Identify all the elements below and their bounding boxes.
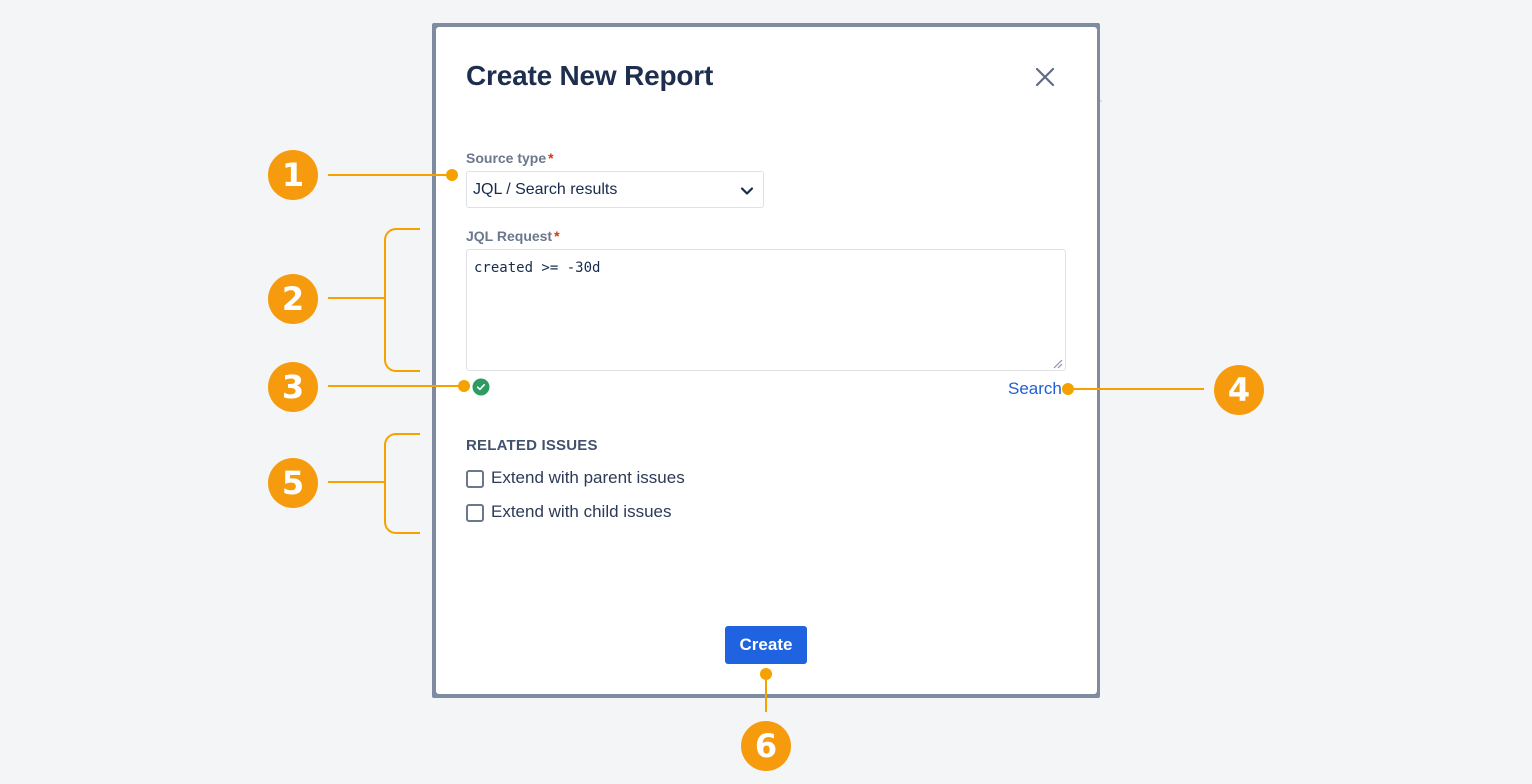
search-link[interactable]: Search bbox=[1008, 379, 1062, 399]
extend-parent-checkbox[interactable] bbox=[466, 470, 484, 488]
annotation-dot-3 bbox=[458, 380, 470, 392]
create-button[interactable]: Create bbox=[725, 626, 807, 664]
close-icon bbox=[1035, 67, 1055, 87]
extend-parent-label: Extend with parent issues bbox=[491, 468, 685, 487]
jql-request-label-text: JQL Request bbox=[466, 228, 553, 244]
annotation-line-6 bbox=[765, 674, 767, 712]
annotation-line-5 bbox=[328, 481, 384, 483]
source-type-label-text: Source type bbox=[466, 150, 547, 166]
resize-handle-icon[interactable] bbox=[1051, 357, 1063, 369]
related-issues-heading: RELATED ISSUES bbox=[466, 437, 598, 454]
annotation-badge-2: 2 bbox=[268, 274, 318, 324]
close-button[interactable] bbox=[1030, 62, 1060, 92]
annotation-badge-4: 4 bbox=[1214, 365, 1264, 415]
source-type-value: JQL / Search results bbox=[473, 181, 618, 198]
annotation-badge-1: 1 bbox=[268, 150, 318, 200]
annotation-dot-4 bbox=[1062, 383, 1074, 395]
check-circle-icon bbox=[472, 378, 490, 396]
required-mark: * bbox=[548, 150, 554, 166]
annotation-bracket-2 bbox=[384, 228, 420, 372]
jql-request-label: JQL Request * bbox=[466, 228, 560, 244]
annotation-badge-5: 5 bbox=[268, 458, 318, 508]
annotation-badge-6: 6 bbox=[741, 721, 791, 771]
source-type-label: Source type * bbox=[466, 150, 554, 166]
annotation-dot-1 bbox=[446, 169, 458, 181]
extend-child-label: Extend with child issues bbox=[491, 502, 672, 521]
extend-child-checkbox[interactable] bbox=[466, 504, 484, 522]
annotation-line-4 bbox=[1068, 388, 1204, 390]
annotation-line-3 bbox=[328, 385, 464, 387]
annotation-line-1 bbox=[328, 174, 452, 176]
chevron-down-icon bbox=[740, 187, 754, 195]
required-mark: * bbox=[554, 228, 560, 244]
backdrop-line bbox=[1100, 100, 1102, 102]
jql-request-input[interactable]: created >= -30d bbox=[466, 249, 1066, 371]
annotation-bracket-5 bbox=[384, 433, 420, 534]
source-type-select[interactable]: JQL / Search results bbox=[466, 171, 764, 208]
annotation-line-2 bbox=[328, 297, 384, 299]
dialog-title: Create New Report bbox=[466, 60, 714, 91]
annotation-badge-3: 3 bbox=[268, 362, 318, 412]
